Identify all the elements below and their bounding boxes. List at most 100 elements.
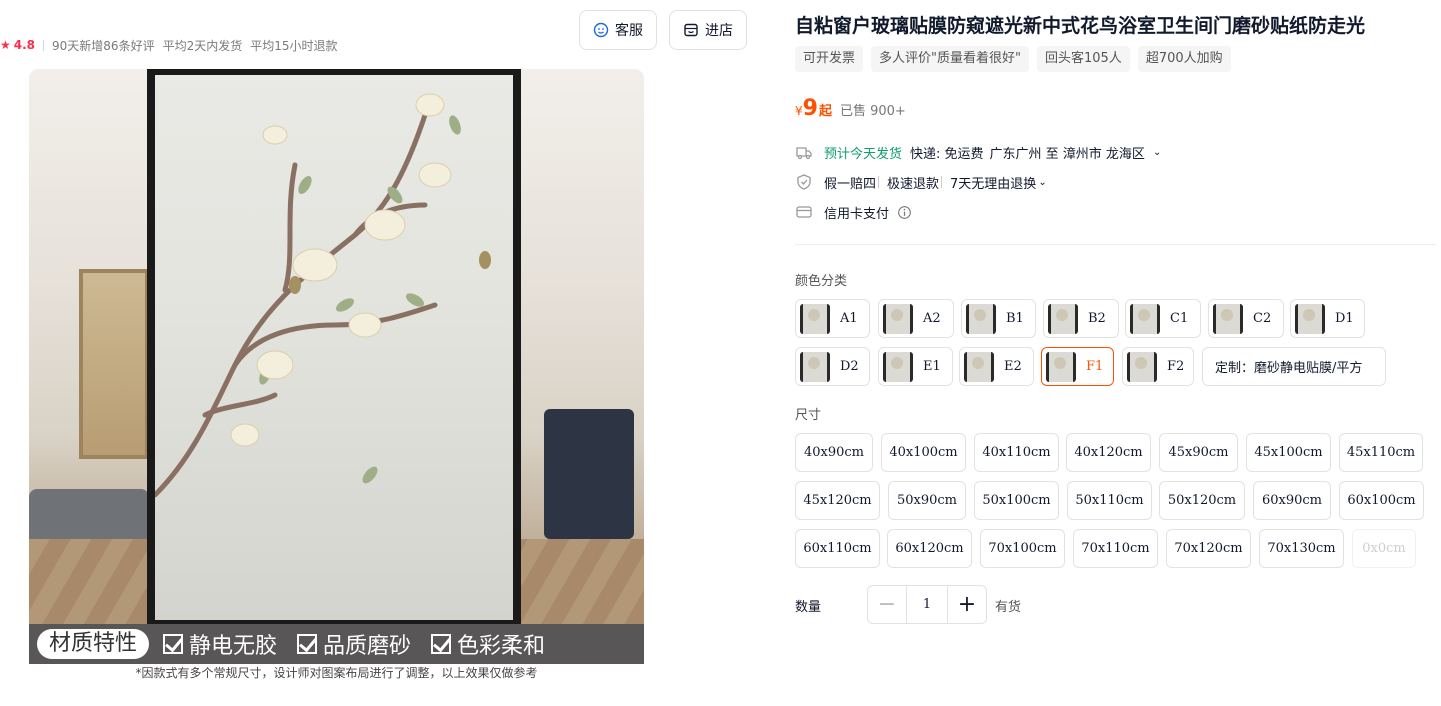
size-option[interactable]: 50x110cm — [1067, 481, 1152, 520]
truck-icon — [796, 147, 812, 160]
payment-label: 信用卡支付 — [824, 206, 890, 222]
color-thumbnail — [1127, 351, 1157, 382]
color-thumbnail — [883, 351, 913, 382]
size-option[interactable]: 70x110cm — [1073, 529, 1158, 568]
enter-store-button[interactable]: 进店 — [669, 10, 747, 50]
checkbox-icon — [163, 634, 184, 654]
shop-rating-bar: ★ 4.8 90天新增86条好评 平均2天内发货 平均15小时退款 — [0, 36, 346, 54]
color-option[interactable]: C2 — [1208, 299, 1284, 338]
shield-icon — [797, 174, 811, 190]
size-option[interactable]: 60x120cm — [887, 529, 972, 568]
chat-face-icon — [593, 22, 609, 38]
size-option[interactable]: 45x120cm — [795, 481, 880, 520]
size-option[interactable]: 70x100cm — [980, 529, 1065, 568]
delivery-eta: 预计今天发货 — [824, 146, 903, 162]
color-thumbnail — [966, 303, 996, 334]
size-option[interactable]: 40x100cm — [881, 433, 966, 472]
size-option[interactable]: 60x110cm — [795, 529, 880, 568]
size-section-label: 尺寸 — [795, 408, 822, 423]
color-option-label: C2 — [1253, 311, 1272, 326]
color-option-label: F1 — [1086, 359, 1104, 374]
size-option[interactable]: 50x90cm — [888, 481, 966, 520]
store-icon — [684, 23, 698, 37]
color-option-label: E2 — [1004, 359, 1022, 374]
color-thumbnail — [883, 303, 913, 334]
rating-stat: 90天新增86条好评 — [52, 38, 155, 53]
size-option[interactable]: 45x100cm — [1246, 433, 1331, 472]
size-option[interactable]: 40x90cm — [795, 433, 873, 472]
info-icon[interactable] — [897, 205, 912, 220]
sold-count: 已售 900+ — [839, 104, 906, 119]
minus-button[interactable]: − — [868, 586, 907, 623]
color-section-label: 颜色分类 — [795, 274, 848, 289]
color-option-label: A1 — [840, 311, 858, 326]
color-option-label: A2 — [923, 311, 941, 326]
shipping-fee: 快递: 免运费 — [910, 146, 984, 162]
size-option[interactable]: 40x110cm — [974, 433, 1059, 472]
color-thumbnail — [1046, 351, 1076, 382]
color-option-label: D2 — [840, 359, 859, 374]
magnolia-branch-illustration — [155, 93, 491, 498]
divider — [941, 176, 943, 188]
color-option-label: C1 — [1170, 311, 1189, 326]
color-option[interactable]: E2 — [959, 347, 1034, 386]
product-tags: 可开发票 多人评价"质量看着很好" 回头客105人 超700人加购 — [795, 46, 1239, 72]
color-option[interactable]: B1 — [961, 299, 1036, 338]
color-thumbnail — [1213, 303, 1243, 334]
frosted-glass-graphic — [155, 75, 513, 620]
size-option[interactable]: 60x90cm — [1253, 481, 1331, 520]
color-option[interactable]: D1 — [1290, 299, 1365, 338]
size-option[interactable]: 40x120cm — [1066, 433, 1151, 472]
section-divider — [795, 244, 1436, 245]
color-option-label: D1 — [1335, 311, 1354, 326]
color-option-custom[interactable]: 定制：磨砂静电贴膜/平方 — [1202, 347, 1386, 386]
rating-score: 4.8 — [13, 38, 36, 52]
color-thumbnail — [800, 351, 830, 382]
size-option[interactable]: 45x110cm — [1339, 433, 1423, 472]
product-tag: 可开发票 — [795, 46, 864, 72]
plus-button[interactable]: + — [947, 586, 986, 623]
feature-item: 静电无胶 — [163, 628, 277, 660]
size-option[interactable]: 60x100cm — [1339, 481, 1424, 520]
checkbox-icon — [431, 634, 452, 654]
color-thumbnail — [800, 303, 830, 334]
checkbox-icon — [297, 634, 318, 654]
price-value: 9 — [802, 96, 818, 121]
divider — [43, 39, 45, 51]
size-option[interactable]: 45x90cm — [1159, 433, 1238, 472]
feature-label: 静电无胶 — [189, 634, 278, 659]
customer-service-button[interactable]: 客服 — [579, 10, 657, 50]
image-disclaimer: *因款式有多个常规尺寸，设计师对图案布局进行了调整，以上效果仅做参考 — [29, 664, 644, 680]
size-option[interactable]: 50x100cm — [974, 481, 1059, 520]
color-option[interactable]: A2 — [878, 299, 954, 338]
price-block: ¥ 9 起 已售 900+ — [795, 96, 906, 121]
stock-status: 有货 — [995, 600, 1022, 615]
color-thumbnail — [1130, 303, 1160, 334]
color-option[interactable]: D2 — [795, 347, 870, 386]
size-option[interactable]: 70x120cm — [1166, 529, 1251, 568]
product-tag: 回头客105人 — [1036, 46, 1130, 72]
color-option[interactable]: B2 — [1043, 299, 1119, 338]
color-option[interactable]: C1 — [1125, 299, 1201, 338]
quantity-stepper: − 1 + — [867, 585, 987, 624]
chevron-down-icon[interactable]: ⌄ — [1038, 177, 1046, 188]
guarantee-item[interactable]: 7天无理由退换 — [950, 173, 1036, 192]
product-main-image[interactable]: 材质特性 静电无胶 品质磨砂 色彩柔和 *因款式有多个常规尺寸，设计师对图案布局… — [29, 69, 644, 680]
shipping-route[interactable]: 广东广州 至 漳州市 龙海区 — [990, 143, 1145, 162]
color-option-label: F2 — [1167, 359, 1185, 374]
chevron-down-icon[interactable]: ⌄ — [1153, 147, 1161, 158]
color-option[interactable]: E1 — [878, 347, 953, 386]
material-badge: 材质特性 — [37, 629, 150, 659]
size-option[interactable]: 50x120cm — [1159, 481, 1245, 520]
product-tag[interactable]: 多人评价"质量看着很好" — [871, 46, 1029, 72]
color-option[interactable]: A1 — [795, 299, 870, 338]
payment-row: 信用卡支付 — [795, 202, 923, 222]
size-option[interactable]: 70x130cm — [1259, 529, 1344, 568]
color-thumbnail — [1048, 303, 1078, 334]
color-option[interactable]: F2 — [1122, 347, 1194, 386]
color-option-selected[interactable]: F1 — [1041, 347, 1114, 386]
quantity-input[interactable]: 1 — [907, 586, 947, 623]
guarantee-row: 假一赔四 极速退款 7天无理由退换 ⌄ — [795, 172, 1047, 192]
guarantee-item: 极速退款 — [887, 176, 940, 192]
feature-label: 色彩柔和 — [457, 634, 546, 659]
